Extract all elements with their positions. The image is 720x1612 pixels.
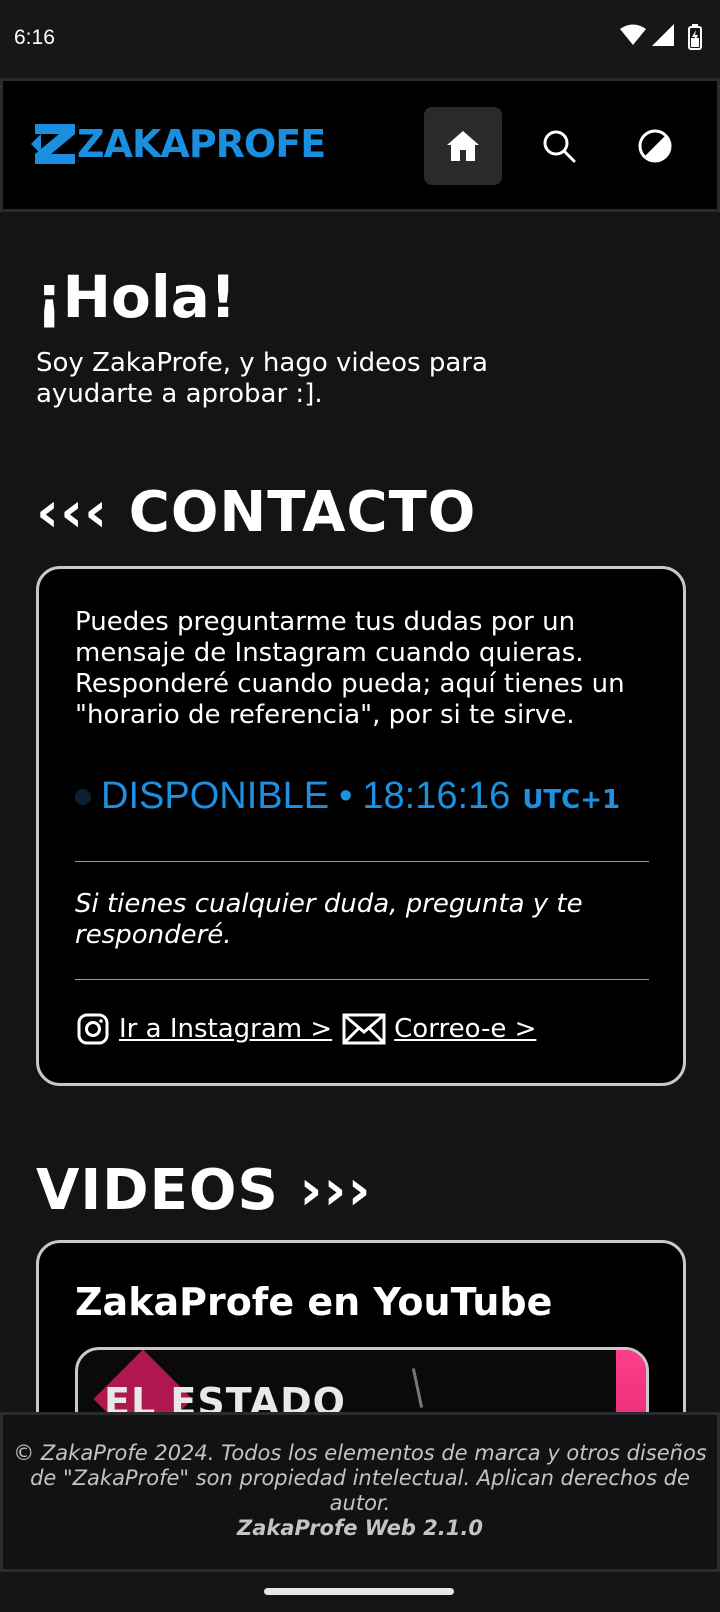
contrast-icon bbox=[638, 129, 672, 163]
home-button[interactable] bbox=[424, 107, 502, 185]
site-footer: © ZakaProfe 2024. Todos los elementos de… bbox=[0, 1412, 720, 1572]
videos-section-title: VIDEOS ››› bbox=[36, 1158, 372, 1223]
battery-icon bbox=[688, 24, 702, 50]
email-link-label: Correo-e > bbox=[394, 1014, 537, 1044]
divider bbox=[75, 861, 649, 862]
instagram-link[interactable]: Ir a Instagram > bbox=[75, 1011, 332, 1047]
greeting-heading: ¡Hola! bbox=[36, 263, 237, 331]
zakaprofe-logo-icon bbox=[31, 124, 75, 164]
availability-time: 18:16:16 bbox=[362, 775, 511, 817]
gesture-navigation-bar[interactable] bbox=[264, 1588, 454, 1595]
contact-paragraph-2: Responderé cuando pueda; aquí tienes un … bbox=[75, 669, 625, 730]
divider bbox=[75, 979, 649, 980]
instagram-icon bbox=[77, 1013, 109, 1045]
contact-section-title: ‹‹‹ CONTACTO bbox=[36, 480, 477, 545]
contact-links: Ir a Instagram > Correo-e > bbox=[75, 1011, 536, 1047]
logo[interactable]: ZAKAPROFE bbox=[31, 117, 326, 171]
availability-separator: • bbox=[339, 775, 353, 817]
availability-status: DISPONIBLE • 18:16:16 UTC+1 bbox=[75, 775, 620, 818]
logo-text: ZAKAPROFE bbox=[77, 122, 326, 166]
status-dot-icon bbox=[75, 788, 91, 805]
availability-timezone: UTC+1 bbox=[522, 785, 621, 815]
wifi-icon bbox=[620, 24, 646, 45]
contact-card: Puedes preguntarme tus dudas por un mens… bbox=[36, 566, 686, 1086]
thumbnail-graphic bbox=[411, 1368, 424, 1408]
youtube-card-title: ZakaProfe en YouTube bbox=[75, 1280, 553, 1324]
search-icon bbox=[543, 130, 576, 163]
contact-paragraph-1: Puedes preguntarme tus dudas por un mens… bbox=[75, 607, 584, 668]
status-time: 6:16 bbox=[14, 26, 55, 49]
contact-note: Si tienes cualquier duda, pregunta y te … bbox=[75, 889, 583, 950]
mail-icon bbox=[342, 1013, 386, 1045]
home-icon bbox=[447, 131, 479, 161]
search-button[interactable] bbox=[520, 107, 598, 185]
theme-toggle-button[interactable] bbox=[616, 107, 694, 185]
availability-label: DISPONIBLE bbox=[101, 775, 330, 817]
signal-icon bbox=[652, 24, 674, 46]
footer-version: ZakaProfe Web 2.1.0 bbox=[237, 1516, 483, 1540]
site-header: ZAKAPROFE bbox=[0, 78, 720, 212]
instagram-link-label: Ir a Instagram > bbox=[119, 1014, 333, 1044]
footer-copyright: © ZakaProfe 2024. Todos los elementos de… bbox=[13, 1441, 707, 1515]
email-link[interactable]: Correo-e > bbox=[342, 1012, 536, 1046]
intro-text: Soy ZakaProfe, y hago videos para ayudar… bbox=[36, 348, 488, 409]
status-bar: 6:16 bbox=[0, 0, 720, 78]
